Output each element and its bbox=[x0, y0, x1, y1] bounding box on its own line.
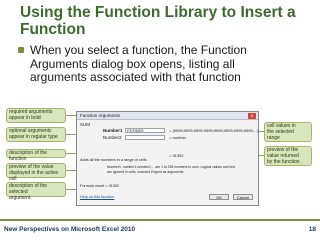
callout-text: appear in bold bbox=[9, 114, 41, 121]
slide: Using the Function Library to Insert a F… bbox=[0, 0, 320, 240]
callout-required-arguments: required arguments appear in bold bbox=[6, 108, 66, 123]
help-link[interactable]: Help on this function bbox=[80, 195, 114, 200]
argument-input-number1[interactable]: F5:F8/E5 bbox=[125, 127, 165, 133]
callout-text: range bbox=[267, 134, 280, 141]
callout-selected-argument-description: description of the selected argument bbox=[6, 182, 66, 200]
argument-label-number2: Number2 bbox=[103, 135, 122, 140]
leader-line bbox=[66, 153, 76, 154]
function-arguments-figure: required arguments appear in bold option… bbox=[6, 106, 315, 212]
page-number: 18 bbox=[308, 226, 316, 233]
callout-text: argument bbox=[9, 194, 31, 201]
leader-line bbox=[259, 131, 264, 132]
bullet-line2: Arguments dialog box opens, listing all bbox=[30, 56, 235, 71]
function-result-preview: = 31392 bbox=[169, 153, 184, 158]
function-arguments-dialog: Function Arguments x SUM Number1 F5:F8/E… bbox=[76, 111, 259, 206]
bullet-line3: arguments associated with that function bbox=[30, 70, 241, 84]
footer-source: New Perspectives on Microsoft Excel 2010 bbox=[4, 226, 136, 233]
bullet-text: When you select a function, the Function… bbox=[30, 43, 310, 85]
callout-function-description: description of the function bbox=[6, 149, 66, 162]
leader-line bbox=[66, 134, 76, 135]
callout-text: displayed in the active cell bbox=[9, 169, 59, 182]
leader-line bbox=[259, 155, 264, 156]
close-icon[interactable]: x bbox=[248, 113, 256, 119]
slide-title: Using the Function Library to Insert a F… bbox=[20, 4, 316, 38]
slide-title-line2: Function bbox=[20, 21, 86, 38]
cancel-button[interactable]: Cancel bbox=[233, 194, 253, 200]
callout-text: appear in regular type bbox=[9, 133, 58, 140]
callout-value-returned: preview of the value returned by the fun… bbox=[264, 146, 312, 166]
argument-description-line2: are ignored in cells, included if typed … bbox=[107, 169, 185, 174]
leader-line bbox=[66, 189, 76, 190]
argument-preview-number1: = {9595;9595;9595;9595;9595;9595;9595;95… bbox=[169, 128, 259, 133]
footer-divider bbox=[0, 219, 320, 221]
ok-button[interactable]: OK bbox=[209, 194, 229, 200]
slide-title-line1: Using the Function Library to Insert a bbox=[20, 4, 296, 21]
callout-cell-values: cell values in the selected range bbox=[264, 122, 312, 142]
argument-preview-number2: = number bbox=[169, 135, 187, 140]
leader-line bbox=[66, 115, 76, 116]
function-description: Adds all the numbers in a range of cells… bbox=[80, 158, 148, 162]
callout-preview-active-cell: preview of the value displayed in the ac… bbox=[6, 163, 66, 181]
bullet-marker-icon bbox=[18, 47, 24, 53]
leader-line bbox=[66, 170, 76, 171]
dialog-title: Function Arguments bbox=[77, 112, 258, 120]
argument-input-number2[interactable] bbox=[125, 134, 165, 140]
formula-result: Formula result = 31392 bbox=[80, 184, 120, 188]
callout-text: by the function bbox=[267, 158, 300, 165]
bullet-line1: When you select a function, the Function bbox=[30, 43, 247, 57]
callout-text: description of the selected bbox=[9, 183, 48, 195]
callout-optional-arguments: optional arguments appear in regular typ… bbox=[6, 127, 66, 142]
argument-label-number1: Number1 bbox=[103, 128, 123, 133]
callout-text: description of the function bbox=[9, 150, 48, 162]
title-band: Using the Function Library to Insert a F… bbox=[0, 0, 320, 44]
function-name: SUM bbox=[80, 122, 90, 127]
